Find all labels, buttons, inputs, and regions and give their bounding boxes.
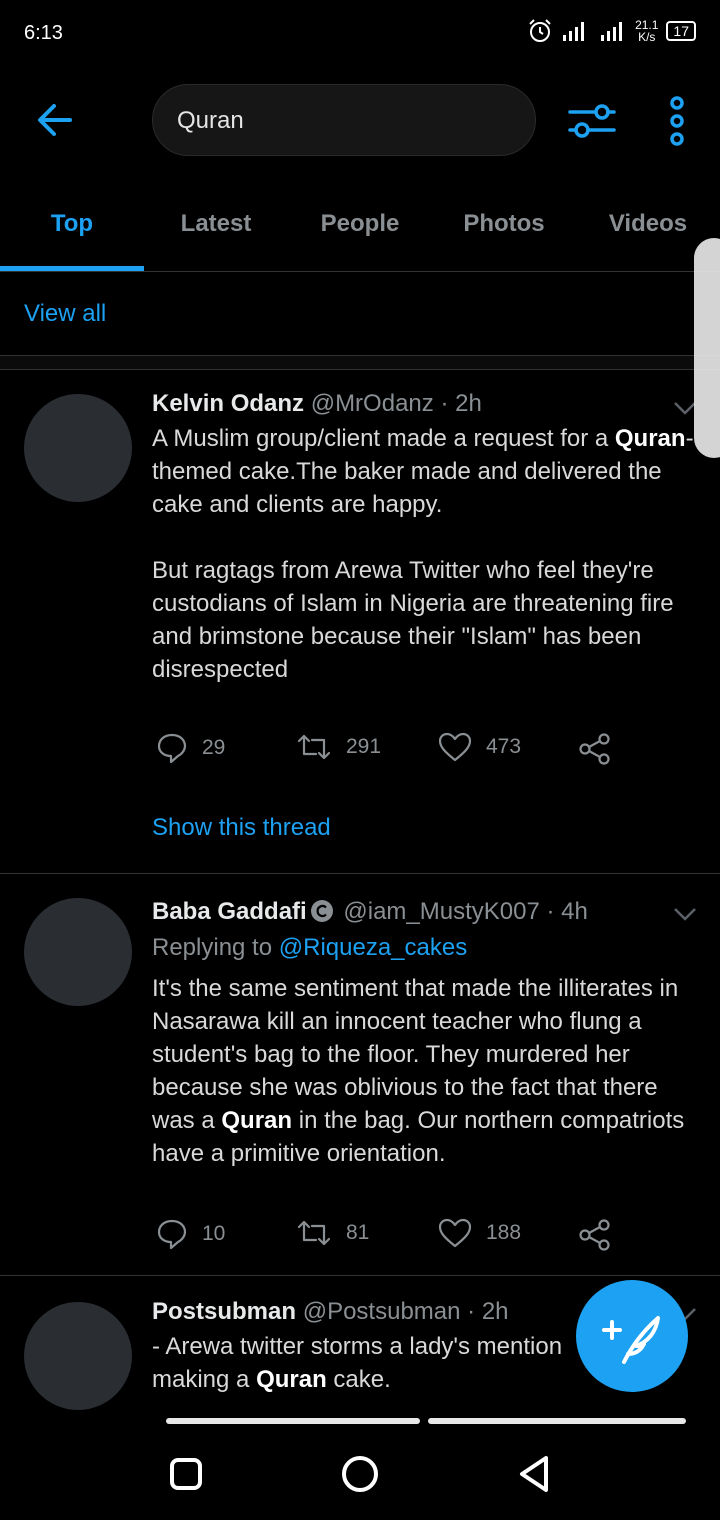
author-handle: @iam_MustyK007 — [343, 898, 540, 925]
home-icon[interactable] — [334, 1448, 386, 1500]
retweet-icon — [297, 1220, 331, 1246]
tweet-actions: 29 291 473 — [152, 732, 632, 772]
retweet-icon — [297, 734, 331, 760]
tweet-time: · 2h — [440, 390, 482, 417]
scroll-handle[interactable] — [694, 238, 720, 458]
share-icon — [579, 733, 610, 765]
author-handle: @Postsubman — [302, 1298, 461, 1325]
retweet-button[interactable]: 81 — [296, 1218, 369, 1248]
system-nav-bar — [0, 1424, 720, 1520]
tweet-time: · 2h — [467, 1298, 509, 1325]
status-bar: 6:13 21.1 K/s 17 — [0, 0, 720, 64]
like-button[interactable]: 188 — [438, 1218, 521, 1248]
alarm-icon — [529, 19, 551, 42]
compose-feather-icon — [602, 1316, 660, 1364]
reply-count: 29 — [202, 736, 226, 759]
tweet-actions: 10 81 188 — [152, 1218, 632, 1258]
like-count: 188 — [486, 1221, 522, 1244]
author-name: Postsubman — [152, 1298, 297, 1325]
retweet-button[interactable]: 291 — [296, 732, 381, 762]
chevron-down-icon[interactable] — [672, 904, 698, 924]
search-query: Quran — [177, 107, 244, 134]
reply-icon — [157, 1219, 187, 1250]
author-handle: @MrOdanz — [310, 390, 434, 417]
tab-photos[interactable]: Photos — [432, 188, 576, 272]
reply-button[interactable]: 10 — [156, 1218, 225, 1250]
avatar[interactable] — [24, 394, 132, 502]
show-thread-link[interactable]: Show this thread — [152, 814, 331, 842]
copyright-icon — [310, 900, 333, 922]
like-count: 473 — [486, 735, 522, 758]
search-input[interactable]: Quran — [152, 84, 536, 156]
retweet-count: 81 — [346, 1221, 370, 1244]
back-arrow-icon[interactable] — [32, 98, 80, 142]
share-button[interactable] — [578, 1218, 612, 1252]
signal-icon — [563, 22, 585, 41]
recents-icon[interactable] — [160, 1448, 212, 1500]
tweet-header: Baba Gaddafi @iam_MustyK007 · 4h — [152, 898, 588, 926]
author-name: Kelvin Odanz — [152, 390, 305, 417]
reply-to-handle[interactable]: @Riqueza_cakes — [279, 934, 467, 961]
compose-tweet-button[interactable] — [576, 1280, 688, 1392]
heart-icon — [438, 732, 472, 762]
tweet-text: It's the same sentiment that made the il… — [152, 975, 685, 1167]
share-icon — [579, 1219, 610, 1251]
tweet-text: A Muslim group/client made a request for… — [152, 425, 694, 683]
tab-people[interactable]: People — [288, 188, 432, 272]
like-button[interactable]: 473 — [438, 732, 521, 762]
view-all-link[interactable]: View all — [24, 300, 106, 328]
tweet-header: Postsubman @Postsubman · 2h — [152, 1298, 509, 1326]
filter-settings-icon[interactable] — [566, 96, 618, 146]
section-divider — [0, 356, 720, 370]
status-time: 6:13 — [24, 22, 63, 44]
search-header: Quran — [0, 84, 720, 156]
author-name: Baba Gaddafi — [152, 898, 307, 925]
tweet-time: · 4h — [546, 898, 588, 925]
reply-icon — [157, 733, 187, 764]
status-icons: 21.1 K/s 17 — [527, 18, 696, 44]
battery-indicator: 17 — [666, 21, 696, 41]
active-tab-indicator — [0, 266, 144, 271]
view-all-row: View all — [0, 272, 720, 356]
tab-latest[interactable]: Latest — [144, 188, 288, 272]
tab-top[interactable]: Top — [0, 188, 144, 272]
share-button[interactable] — [578, 732, 612, 766]
search-tabs: Top Latest People Photos Videos — [0, 188, 720, 272]
heart-icon — [438, 1218, 472, 1248]
back-triangle-icon[interactable] — [508, 1448, 560, 1500]
net-speed: 21.1 K/s — [635, 18, 659, 44]
signal-icon-2 — [601, 22, 623, 41]
reply-count: 10 — [202, 1222, 226, 1245]
replying-to: Replying to @Riqueza_cakes — [152, 934, 468, 961]
avatar[interactable] — [24, 898, 132, 1006]
retweet-count: 291 — [346, 735, 382, 758]
tweet-header: Kelvin Odanz @MrOdanz · 2h — [152, 390, 482, 418]
tweet-card[interactable]: Baba Gaddafi @iam_MustyK007 · 4h Replyin… — [0, 874, 720, 1276]
avatar[interactable] — [24, 1302, 132, 1410]
tweet-card[interactable]: Kelvin Odanz @MrOdanz · 2h A Muslim grou… — [0, 370, 720, 874]
reply-button[interactable]: 29 — [156, 732, 225, 764]
more-options-icon[interactable] — [660, 94, 694, 148]
